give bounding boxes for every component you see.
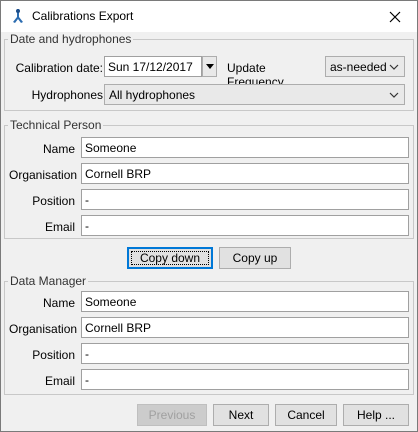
update-frequency-value: as-needed xyxy=(330,60,387,74)
tech-name-label: Name xyxy=(42,142,75,156)
tech-position-field[interactable]: - xyxy=(81,189,409,210)
calibration-date-label: Calibration date: xyxy=(15,61,103,75)
previous-button[interactable]: Previous xyxy=(137,404,207,426)
dm-name-label: Name xyxy=(42,296,75,310)
help-button[interactable]: Help ... xyxy=(343,404,409,426)
chevron-down-icon xyxy=(389,92,399,98)
title-bar: Calibrations Export xyxy=(1,1,417,32)
chevron-down-icon xyxy=(389,64,399,70)
dm-email-field[interactable]: - xyxy=(81,369,409,390)
previous-label: Previous xyxy=(148,408,196,422)
focus-ring xyxy=(131,251,209,265)
group-title: Technical Person xyxy=(8,118,104,132)
calendar-dropdown-button[interactable] xyxy=(202,56,217,77)
hydrophones-label: Hydrophones xyxy=(31,88,103,102)
dm-organisation-field[interactable]: Cornell BRP xyxy=(81,317,409,338)
hydrophones-select[interactable]: All hydrophones xyxy=(104,84,405,105)
technical-person-group: Technical Person Name Someone Organisati… xyxy=(4,118,414,239)
copy-up-button[interactable]: Copy up xyxy=(219,247,291,269)
next-label: Next xyxy=(228,408,254,422)
tech-email-label: Email xyxy=(44,220,75,234)
close-button[interactable] xyxy=(373,1,417,32)
dm-name-field[interactable]: Someone xyxy=(81,291,409,312)
cancel-button[interactable]: Cancel xyxy=(275,404,337,426)
tech-name-field[interactable]: Someone xyxy=(81,137,409,158)
calibrations-export-dialog: Calibrations Export Date and hydrophones… xyxy=(0,0,418,432)
dm-email-label: Email xyxy=(44,374,75,388)
close-icon xyxy=(389,11,401,22)
update-frequency-select[interactable]: as-needed xyxy=(325,56,405,77)
triangle-down-icon xyxy=(205,64,214,69)
dm-organisation-label: Organisation xyxy=(9,322,78,336)
group-title: Data Manager xyxy=(8,274,89,288)
data-manager-group: Data Manager Name Someone Organisation C… xyxy=(4,274,414,395)
copy-up-label: Copy up xyxy=(232,251,278,265)
group-title: Date and hydrophones xyxy=(8,32,134,46)
next-button[interactable]: Next xyxy=(213,404,269,426)
dm-position-field[interactable]: - xyxy=(81,343,409,364)
tech-organisation-field[interactable]: Cornell BRP xyxy=(81,163,409,184)
date-hydrophones-group: Date and hydrophones Calibration date: S… xyxy=(4,32,414,111)
cancel-label: Cancel xyxy=(287,408,325,422)
help-label: Help ... xyxy=(356,408,395,422)
tech-organisation-label: Organisation xyxy=(9,168,78,182)
dm-position-label: Position xyxy=(32,348,75,362)
tech-position-label: Position xyxy=(32,194,75,208)
hydrophones-value: All hydrophones xyxy=(109,88,196,102)
tech-email-field[interactable]: - xyxy=(81,215,409,236)
window-title: Calibrations Export xyxy=(32,9,134,23)
hydrophone-app-icon xyxy=(10,8,26,24)
copy-down-button[interactable]: Copy down xyxy=(127,247,213,269)
calibration-date-field[interactable]: Sun 17/12/2017 xyxy=(104,56,202,77)
